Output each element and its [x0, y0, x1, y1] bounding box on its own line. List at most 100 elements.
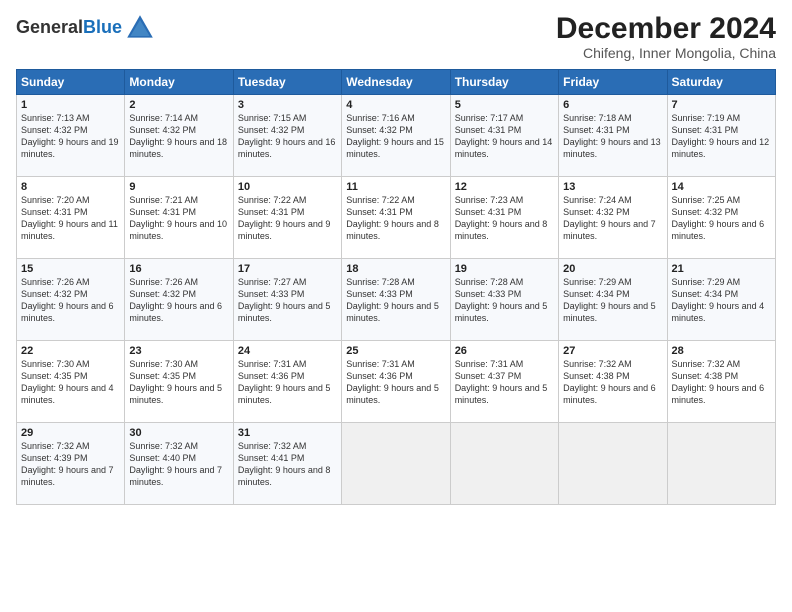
- calendar-cell: 18Sunrise: 7:28 AMSunset: 4:33 PMDayligh…: [342, 259, 450, 341]
- day-info: Sunrise: 7:17 AMSunset: 4:31 PMDaylight:…: [455, 112, 554, 161]
- calendar-cell: 5Sunrise: 7:17 AMSunset: 4:31 PMDaylight…: [450, 95, 558, 177]
- calendar-cell: 8Sunrise: 7:20 AMSunset: 4:31 PMDaylight…: [17, 177, 125, 259]
- day-info: Sunrise: 7:24 AMSunset: 4:32 PMDaylight:…: [563, 194, 662, 243]
- calendar-cell: 13Sunrise: 7:24 AMSunset: 4:32 PMDayligh…: [559, 177, 667, 259]
- day-number: 25: [346, 345, 445, 357]
- day-info: Sunrise: 7:30 AMSunset: 4:35 PMDaylight:…: [129, 358, 228, 407]
- calendar-cell: 10Sunrise: 7:22 AMSunset: 4:31 PMDayligh…: [233, 177, 341, 259]
- calendar-cell: [342, 423, 450, 505]
- day-number: 30: [129, 427, 228, 439]
- day-number: 27: [563, 345, 662, 357]
- logo-blue: Blue: [83, 17, 122, 37]
- calendar-cell: 6Sunrise: 7:18 AMSunset: 4:31 PMDaylight…: [559, 95, 667, 177]
- calendar-header: SundayMondayTuesdayWednesdayThursdayFrid…: [17, 70, 776, 95]
- header: GeneralBlue December 2024 Chifeng, Inner…: [16, 12, 776, 61]
- calendar-cell: 9Sunrise: 7:21 AMSunset: 4:31 PMDaylight…: [125, 177, 233, 259]
- calendar-cell: 4Sunrise: 7:16 AMSunset: 4:32 PMDaylight…: [342, 95, 450, 177]
- day-number: 19: [455, 263, 554, 275]
- day-number: 24: [238, 345, 337, 357]
- calendar-cell: 2Sunrise: 7:14 AMSunset: 4:32 PMDaylight…: [125, 95, 233, 177]
- day-number: 13: [563, 181, 662, 193]
- calendar-cell: 17Sunrise: 7:27 AMSunset: 4:33 PMDayligh…: [233, 259, 341, 341]
- day-info: Sunrise: 7:31 AMSunset: 4:36 PMDaylight:…: [346, 358, 445, 407]
- calendar-cell: 22Sunrise: 7:30 AMSunset: 4:35 PMDayligh…: [17, 341, 125, 423]
- day-info: Sunrise: 7:31 AMSunset: 4:36 PMDaylight:…: [238, 358, 337, 407]
- calendar-cell: 21Sunrise: 7:29 AMSunset: 4:34 PMDayligh…: [667, 259, 775, 341]
- calendar-cell: 11Sunrise: 7:22 AMSunset: 4:31 PMDayligh…: [342, 177, 450, 259]
- day-number: 28: [672, 345, 771, 357]
- weekday-header: Saturday: [667, 70, 775, 95]
- day-info: Sunrise: 7:29 AMSunset: 4:34 PMDaylight:…: [672, 276, 771, 325]
- day-number: 10: [238, 181, 337, 193]
- day-number: 18: [346, 263, 445, 275]
- day-number: 5: [455, 99, 554, 111]
- calendar-cell: [559, 423, 667, 505]
- weekday-header-row: SundayMondayTuesdayWednesdayThursdayFrid…: [17, 70, 776, 95]
- day-number: 11: [346, 181, 445, 193]
- calendar-cell: 14Sunrise: 7:25 AMSunset: 4:32 PMDayligh…: [667, 177, 775, 259]
- weekday-header: Friday: [559, 70, 667, 95]
- calendar-body: 1Sunrise: 7:13 AMSunset: 4:32 PMDaylight…: [17, 95, 776, 505]
- calendar-week-row: 1Sunrise: 7:13 AMSunset: 4:32 PMDaylight…: [17, 95, 776, 177]
- day-number: 9: [129, 181, 228, 193]
- day-number: 7: [672, 99, 771, 111]
- calendar-cell: 20Sunrise: 7:29 AMSunset: 4:34 PMDayligh…: [559, 259, 667, 341]
- calendar-week-row: 8Sunrise: 7:20 AMSunset: 4:31 PMDaylight…: [17, 177, 776, 259]
- day-number: 2: [129, 99, 228, 111]
- day-info: Sunrise: 7:32 AMSunset: 4:41 PMDaylight:…: [238, 440, 337, 489]
- day-info: Sunrise: 7:29 AMSunset: 4:34 PMDaylight:…: [563, 276, 662, 325]
- day-number: 23: [129, 345, 228, 357]
- day-info: Sunrise: 7:32 AMSunset: 4:38 PMDaylight:…: [563, 358, 662, 407]
- day-info: Sunrise: 7:13 AMSunset: 4:32 PMDaylight:…: [21, 112, 120, 161]
- day-info: Sunrise: 7:28 AMSunset: 4:33 PMDaylight:…: [346, 276, 445, 325]
- calendar-cell: 26Sunrise: 7:31 AMSunset: 4:37 PMDayligh…: [450, 341, 558, 423]
- day-number: 14: [672, 181, 771, 193]
- logo: GeneralBlue: [16, 12, 156, 44]
- calendar-cell: 23Sunrise: 7:30 AMSunset: 4:35 PMDayligh…: [125, 341, 233, 423]
- calendar-cell: 28Sunrise: 7:32 AMSunset: 4:38 PMDayligh…: [667, 341, 775, 423]
- calendar-cell: 1Sunrise: 7:13 AMSunset: 4:32 PMDaylight…: [17, 95, 125, 177]
- day-info: Sunrise: 7:14 AMSunset: 4:32 PMDaylight:…: [129, 112, 228, 161]
- day-info: Sunrise: 7:32 AMSunset: 4:39 PMDaylight:…: [21, 440, 120, 489]
- calendar-cell: [667, 423, 775, 505]
- calendar-week-row: 22Sunrise: 7:30 AMSunset: 4:35 PMDayligh…: [17, 341, 776, 423]
- day-info: Sunrise: 7:27 AMSunset: 4:33 PMDaylight:…: [238, 276, 337, 325]
- calendar-table: SundayMondayTuesdayWednesdayThursdayFrid…: [16, 69, 776, 505]
- page: GeneralBlue December 2024 Chifeng, Inner…: [0, 0, 792, 612]
- day-info: Sunrise: 7:18 AMSunset: 4:31 PMDaylight:…: [563, 112, 662, 161]
- day-number: 26: [455, 345, 554, 357]
- weekday-header: Thursday: [450, 70, 558, 95]
- calendar-subtitle: Chifeng, Inner Mongolia, China: [556, 45, 776, 61]
- calendar-cell: 3Sunrise: 7:15 AMSunset: 4:32 PMDaylight…: [233, 95, 341, 177]
- day-info: Sunrise: 7:22 AMSunset: 4:31 PMDaylight:…: [238, 194, 337, 243]
- day-info: Sunrise: 7:19 AMSunset: 4:31 PMDaylight:…: [672, 112, 771, 161]
- calendar-cell: 24Sunrise: 7:31 AMSunset: 4:36 PMDayligh…: [233, 341, 341, 423]
- calendar-cell: 25Sunrise: 7:31 AMSunset: 4:36 PMDayligh…: [342, 341, 450, 423]
- day-info: Sunrise: 7:22 AMSunset: 4:31 PMDaylight:…: [346, 194, 445, 243]
- day-number: 22: [21, 345, 120, 357]
- weekday-header: Tuesday: [233, 70, 341, 95]
- calendar-cell: 30Sunrise: 7:32 AMSunset: 4:40 PMDayligh…: [125, 423, 233, 505]
- calendar-title: December 2024: [556, 12, 776, 45]
- day-info: Sunrise: 7:28 AMSunset: 4:33 PMDaylight:…: [455, 276, 554, 325]
- day-number: 3: [238, 99, 337, 111]
- day-number: 16: [129, 263, 228, 275]
- calendar-cell: 27Sunrise: 7:32 AMSunset: 4:38 PMDayligh…: [559, 341, 667, 423]
- logo-general: General: [16, 17, 83, 37]
- day-info: Sunrise: 7:26 AMSunset: 4:32 PMDaylight:…: [21, 276, 120, 325]
- day-info: Sunrise: 7:16 AMSunset: 4:32 PMDaylight:…: [346, 112, 445, 161]
- day-number: 21: [672, 263, 771, 275]
- weekday-header: Sunday: [17, 70, 125, 95]
- day-number: 4: [346, 99, 445, 111]
- day-info: Sunrise: 7:26 AMSunset: 4:32 PMDaylight:…: [129, 276, 228, 325]
- calendar-cell: 7Sunrise: 7:19 AMSunset: 4:31 PMDaylight…: [667, 95, 775, 177]
- weekday-header: Monday: [125, 70, 233, 95]
- day-number: 20: [563, 263, 662, 275]
- day-number: 29: [21, 427, 120, 439]
- day-info: Sunrise: 7:30 AMSunset: 4:35 PMDaylight:…: [21, 358, 120, 407]
- calendar-cell: 19Sunrise: 7:28 AMSunset: 4:33 PMDayligh…: [450, 259, 558, 341]
- logo-icon: [124, 12, 156, 44]
- calendar-cell: [450, 423, 558, 505]
- day-number: 12: [455, 181, 554, 193]
- calendar-cell: 15Sunrise: 7:26 AMSunset: 4:32 PMDayligh…: [17, 259, 125, 341]
